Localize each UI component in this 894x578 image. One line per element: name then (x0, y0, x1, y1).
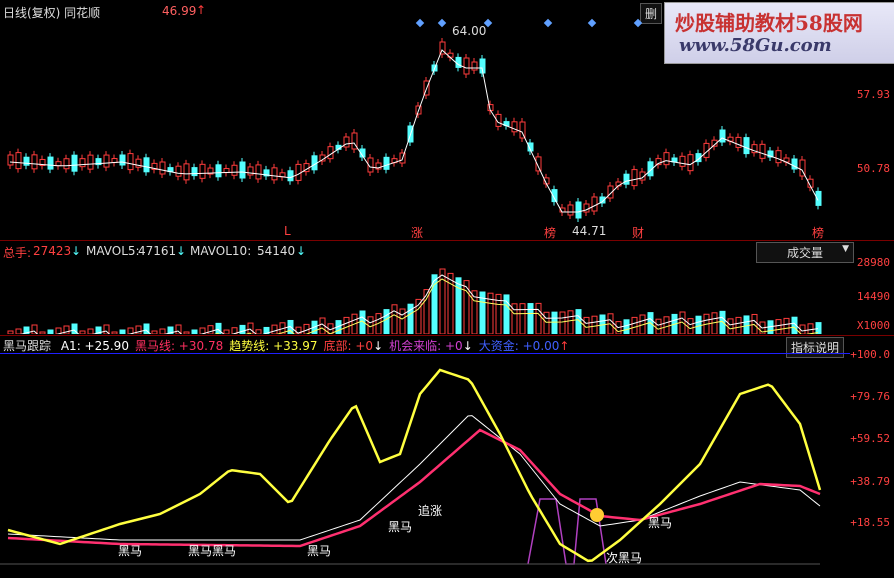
indicator-item: 大资金: +0.00 (478, 339, 560, 353)
volume-axis-unit: X1000 (856, 319, 890, 332)
price-chart[interactable] (0, 18, 894, 240)
black-horse-annotation: 黑马黑马 (188, 544, 237, 558)
price-ma-line (9, 49, 819, 213)
down-arrow-icon: ↓ (373, 339, 384, 353)
indicator-item: 机会来临: +0 (389, 339, 463, 353)
indicator-item: A1: +25.90 (60, 339, 129, 353)
chase-annotation: 追涨 (418, 504, 443, 518)
black-horse-annotation: 黑马 (388, 520, 413, 534)
down-arrow-icon: ↓ (176, 244, 187, 258)
indicator-item: 底部: +0 (323, 339, 374, 353)
current-price: 46.99 (162, 4, 197, 18)
indicator-legend: 黑马跟踪 A1: +25.90 黑马线: +30.78 趋势线: +33.97 底部:… (3, 337, 569, 354)
indicator-axis-label: +79.76 (850, 390, 890, 403)
down-arrow-icon: ↓ (296, 244, 307, 258)
signal-diamonds (415, 18, 643, 28)
high-price-label: 64.00 (452, 24, 487, 38)
black-horse-annotation: 黑马 (648, 516, 673, 530)
trend-line (7, 368, 822, 563)
marker-zhang: 涨 (411, 226, 424, 240)
indicator-axis-label: +59.52 (850, 432, 890, 445)
indicator-item: 趋势线: +33.97 (229, 339, 318, 353)
black-horse-line (7, 428, 821, 548)
volume-axis-label: 28980 (856, 256, 890, 269)
indicator-axis-label: +18.55 (850, 516, 890, 529)
candlesticks (7, 38, 822, 222)
mavol10-value: 54140 (257, 244, 296, 258)
marker-bang: 榜 (544, 226, 557, 240)
panel-divider (0, 335, 894, 336)
mavol5-value: 47161 (138, 244, 177, 258)
up-arrow-icon: ↑ (559, 339, 570, 353)
indicator-name: 黑马跟踪 (3, 339, 52, 353)
panel-divider (0, 240, 894, 241)
price-axis-label: 50.78 (856, 162, 890, 175)
price-up-arrow-icon: ↑ (196, 3, 207, 17)
chevron-down-icon: ▼ (842, 244, 849, 254)
indicator-axis-label: +38.79 (850, 475, 890, 488)
down-arrow-icon: ↓ (71, 244, 82, 258)
price-axis-label: 57.93 (856, 88, 890, 101)
secondary-black-horse-annotation: 次黑马 (606, 551, 643, 565)
black-horse-annotation: 黑马 (118, 544, 143, 558)
down-arrow-icon: ↓ (462, 339, 473, 353)
volume-axis-label: 14490 (856, 290, 890, 303)
marker-l: L (284, 224, 291, 238)
mavol10-label: MAVOL10: (190, 244, 252, 258)
volume-chart[interactable] (0, 258, 850, 334)
marker-cai: 财 (632, 226, 645, 240)
volume-bars (7, 268, 822, 334)
marker-bang-2: 榜 (812, 226, 825, 240)
black-horse-annotation: 黑马 (307, 544, 332, 558)
smiley-icon (590, 508, 604, 522)
mavol5-label: MAVOL5: (86, 244, 140, 258)
indicator-item: 黑马线: +30.78 (134, 339, 224, 353)
low-price-label: 44.71 (572, 224, 607, 238)
total-volume-value: 27423 (33, 244, 72, 258)
indicator-axis-label: +100.0 (850, 348, 890, 361)
